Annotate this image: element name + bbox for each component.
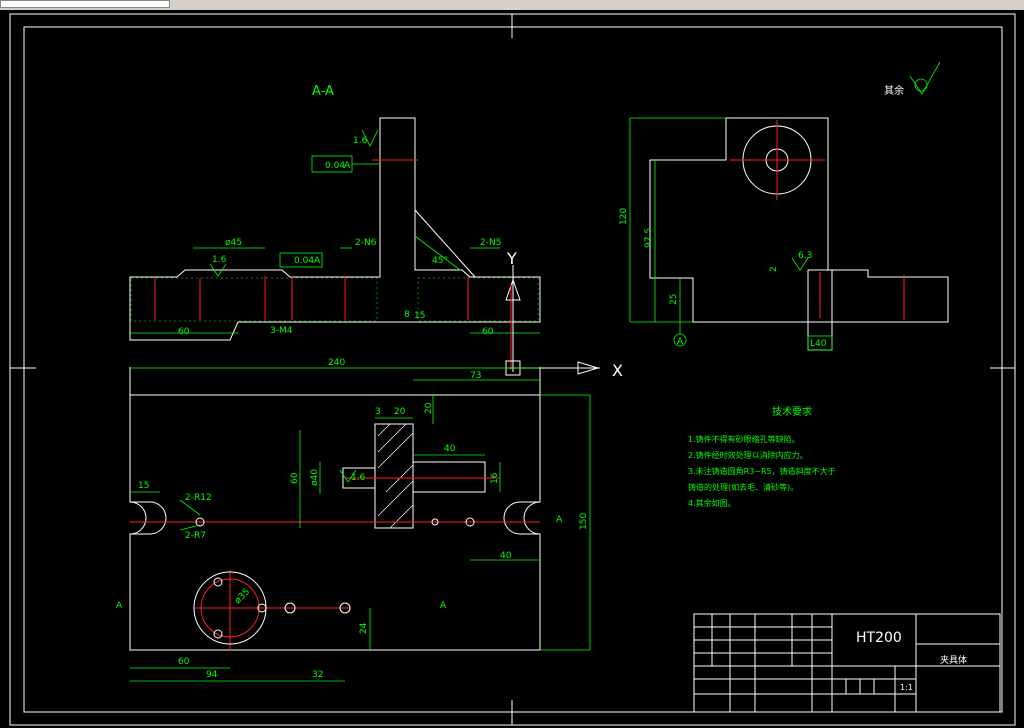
- ucs-axes: Y X: [505, 249, 623, 380]
- datum-a: A: [677, 337, 684, 347]
- dim-d45: ø45: [225, 238, 242, 248]
- dim-2r7: 2-R7: [185, 531, 206, 541]
- tol-parallel-datum: A: [314, 256, 321, 266]
- dim-left60: 60: [178, 327, 190, 337]
- dim-240: 240: [328, 358, 345, 368]
- side-view: 其余 120 97.5 25 2 6.3 A L40: [619, 61, 949, 351]
- section-mark-2: A: [440, 601, 447, 611]
- dim-3: 3: [375, 407, 381, 417]
- dim-40a: 40: [444, 444, 456, 454]
- tol-perp-datum: A: [344, 161, 351, 171]
- dim-h2: 2: [769, 266, 779, 272]
- dim-73: 73: [470, 371, 481, 381]
- finish-5: 6.3: [798, 251, 812, 261]
- dim-16b: 1.6: [351, 473, 366, 483]
- dim-2n5: 2-N5: [480, 238, 501, 248]
- title-scale: 1:1: [900, 683, 913, 692]
- section-mark-3: A: [556, 515, 563, 525]
- dim-b15: 15: [414, 311, 425, 321]
- dim-h25: 25: [669, 294, 679, 305]
- dim-b32: 32: [312, 670, 323, 680]
- dim-3m4: 3-M4: [270, 326, 293, 336]
- dim-h120: 120: [619, 208, 629, 225]
- dim-right60: 60: [482, 327, 494, 337]
- cad-drawing-canvas[interactable]: A-A 0.04 A 0.04 A 1.6 1.6 ø45 2-N6 2-N5 …: [0, 10, 1024, 728]
- dim-b60: 60: [178, 657, 190, 667]
- dim-angle: 45°: [432, 256, 448, 266]
- dim-b94: 94: [206, 670, 218, 680]
- dim-d35: ø35: [233, 587, 252, 606]
- dim-2n6: 2-N6: [355, 238, 377, 248]
- tech-title: 技术要求: [772, 405, 812, 418]
- section-label: A-A: [312, 84, 334, 99]
- section-view-aa: A-A 0.04 A 0.04 A 1.6 1.6 ø45 2-N6 2-N5 …: [129, 84, 541, 341]
- axis-x: X: [612, 361, 623, 380]
- axis-y: Y: [506, 249, 517, 268]
- dim-20a: 20: [394, 407, 406, 417]
- section-mark-1: A: [116, 601, 123, 611]
- title-material: HT200: [856, 630, 902, 646]
- finish-2: 1.6: [212, 255, 227, 265]
- tech-note-4: 铸造的处理(如去毛、清砂等)。: [688, 482, 798, 492]
- dim-d40: ø40: [310, 469, 320, 486]
- dim-20b: 20: [424, 402, 434, 414]
- finish-1: 1.6: [353, 136, 368, 146]
- dim-15: 15: [138, 481, 149, 491]
- dim-40c: 40: [500, 551, 512, 561]
- title-name: 夹具体: [940, 654, 967, 666]
- toolbar-strip: [0, 0, 1024, 10]
- tech-note-3: 3.未注铸造圆角R3~R5，铸造斜度不大于: [688, 466, 836, 476]
- dim-lw: L40: [810, 339, 827, 349]
- plan-view: 240 73 3 20 20 40 60 ø40 16 1.6 15 2-R12…: [116, 358, 591, 682]
- tol-parallel: 0.04: [294, 256, 314, 266]
- dim-24: 24: [359, 622, 369, 634]
- tol-perp: 0.04: [325, 161, 345, 171]
- finish-label: 其余: [884, 84, 904, 97]
- dim-2r12: 2-R12: [185, 493, 212, 503]
- dim-h97: 97.5: [644, 228, 654, 248]
- tech-note-2: 2.铸件经时效处理以消除内应力。: [688, 450, 808, 460]
- tech-note-5: 4.其余如图。: [688, 498, 736, 508]
- dim-16a: 16: [490, 472, 500, 484]
- tech-note-1: 1.铸件不得有砂眼缩孔等缺陷。: [688, 434, 800, 444]
- title-block: HT200 夹具体 1:1: [693, 613, 1001, 713]
- dim-60: 60: [290, 472, 300, 484]
- dim-b8: 8: [404, 310, 410, 320]
- window-tab[interactable]: [0, 0, 170, 8]
- dim-150: 150: [579, 513, 589, 530]
- technical-requirements: 技术要求 1.铸件不得有砂眼缩孔等缺陷。 2.铸件经时效处理以消除内应力。 3.…: [688, 405, 836, 508]
